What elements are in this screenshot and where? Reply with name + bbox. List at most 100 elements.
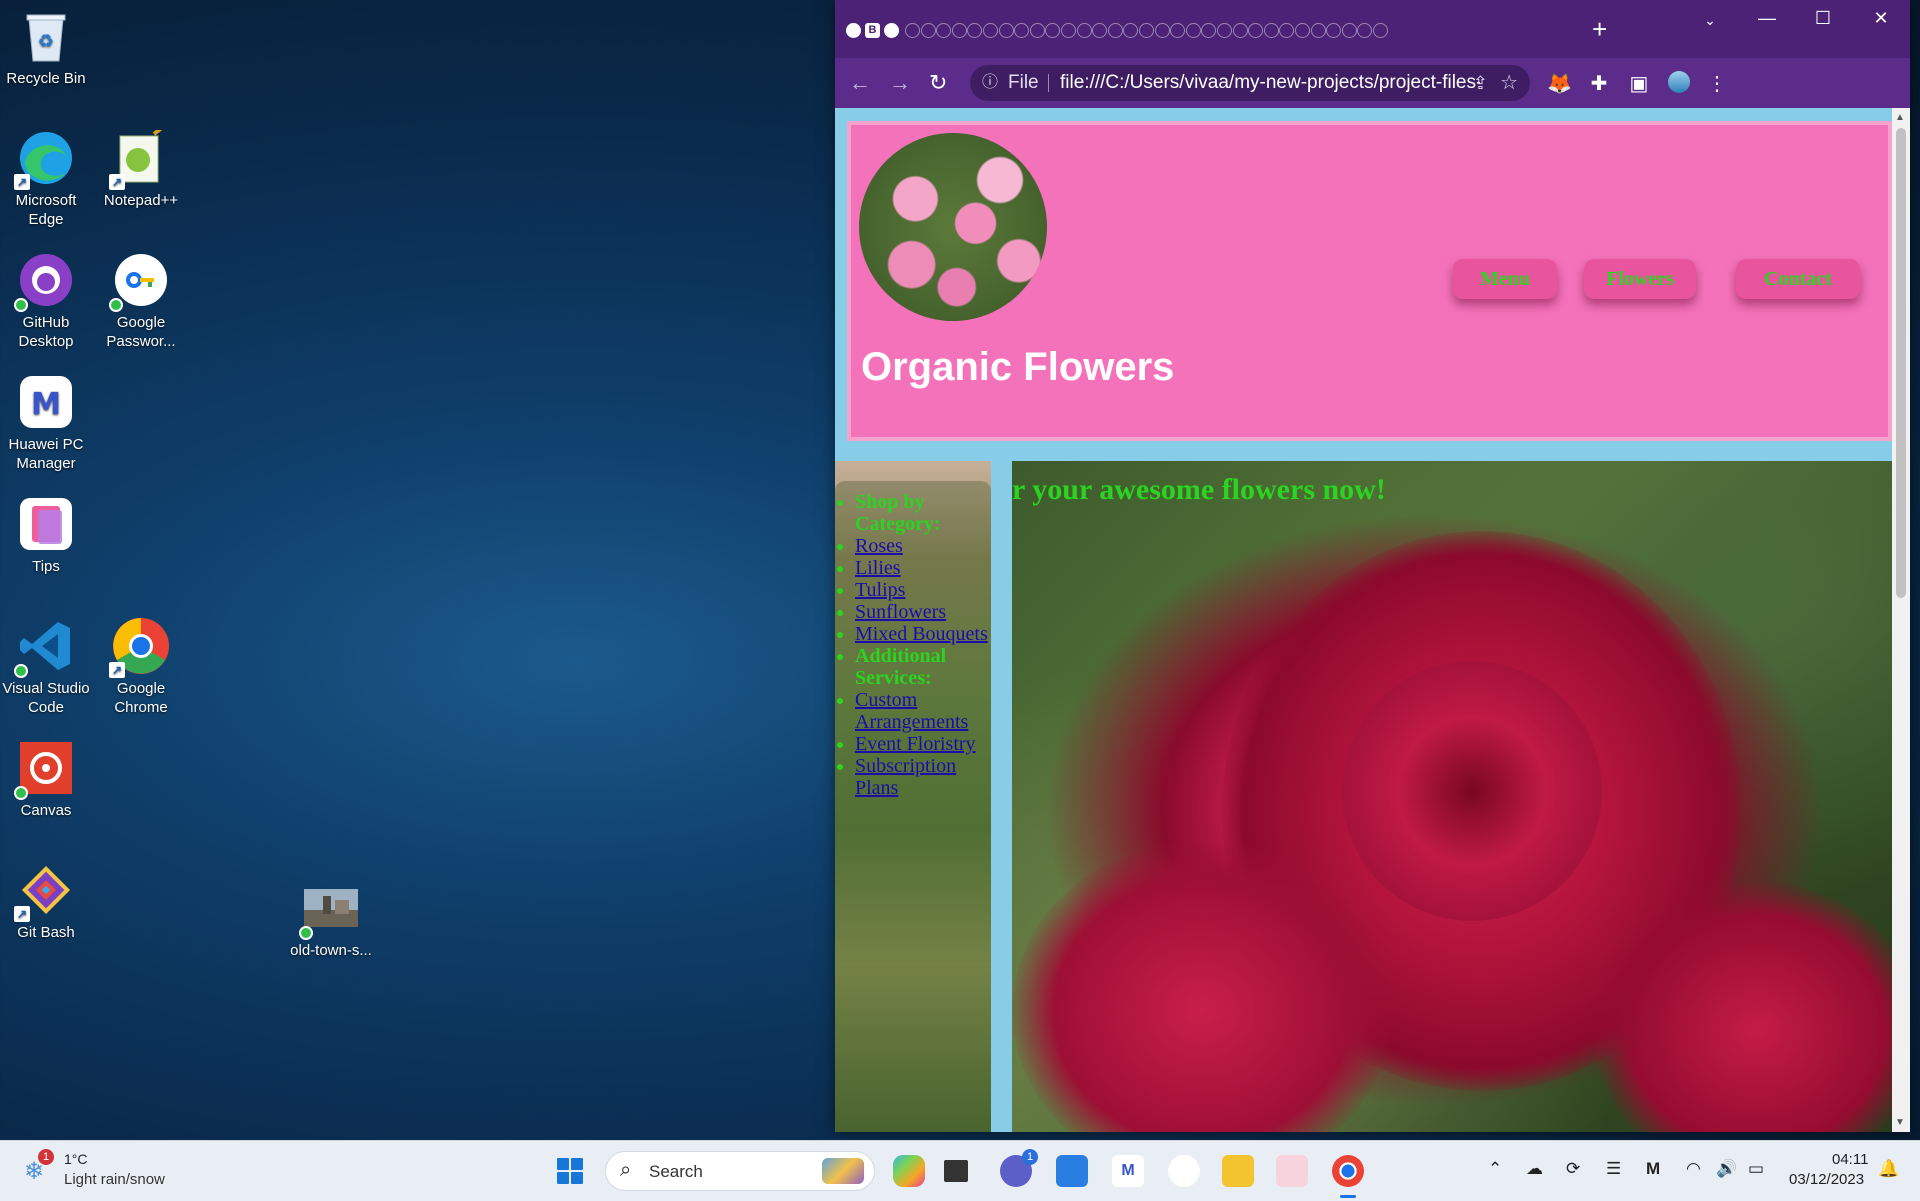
teams-chat-icon[interactable]: 1 [1000, 1149, 1038, 1187]
service-link-subscription-plans[interactable]: Subscription Plans [855, 755, 956, 799]
tab-favicon[interactable] [1279, 23, 1295, 38]
clock-date[interactable]: 03/12/2023 [1789, 1171, 1864, 1188]
tab-favicon[interactable] [936, 23, 952, 38]
extensions-puzzle-icon[interactable]: ✚ [1587, 71, 1611, 96]
category-link-mixed-bouquets[interactable]: Mixed Bouquets [855, 623, 988, 645]
file-explorer-icon[interactable] [1222, 1155, 1254, 1187]
tab-favicon[interactable] [1341, 23, 1357, 38]
tab-favicon[interactable] [1373, 23, 1388, 38]
huawei-pc-manager-taskbar-icon[interactable]: M [1112, 1155, 1144, 1187]
tab-favicon[interactable] [951, 23, 967, 38]
microsoft-store-icon[interactable] [1056, 1155, 1088, 1187]
settings-sliders-icon[interactable]: ☰ [1606, 1159, 1621, 1179]
nav-menu-link[interactable]: Menu [1453, 259, 1557, 299]
service-link-event-floristry[interactable]: Event Floristry [855, 733, 976, 755]
tab-favicon[interactable] [1014, 23, 1030, 38]
tab-favicon-chrome[interactable] [846, 23, 861, 38]
new-tab-button[interactable]: + [1592, 16, 1607, 42]
url-text[interactable]: file:///C:/Users/vivaa/my-new-projects/p… [1060, 65, 1480, 101]
desktop-icon-vscode[interactable]: Visual Studio Code [0, 616, 92, 718]
category-link-roses[interactable]: Roses [855, 535, 903, 557]
huawei-tray-icon[interactable]: M [1646, 1159, 1660, 1179]
forward-arrow-icon[interactable]: → [889, 70, 911, 96]
scroll-down-arrow-icon[interactable]: ▼ [1895, 1117, 1905, 1128]
notifications-bell-icon[interactable]: 🔔 [1878, 1159, 1899, 1179]
kebab-menu-icon[interactable]: ⋮ [1705, 71, 1729, 96]
tab-favicon[interactable] [905, 23, 920, 38]
tab-favicon[interactable] [1029, 23, 1045, 38]
taskbar-search[interactable]: ⌕ Search [605, 1151, 875, 1191]
tab-favicon[interactable] [1248, 23, 1264, 38]
scroll-thumb[interactable] [1896, 128, 1906, 598]
category-link-lilies[interactable]: Lilies [855, 557, 901, 579]
tab-favicon[interactable] [1061, 23, 1076, 38]
profile-avatar[interactable] [1667, 71, 1691, 99]
tab-favicon-chrome-2[interactable] [884, 23, 899, 38]
nav-flowers-link[interactable]: Flowers [1584, 259, 1696, 299]
wifi-icon[interactable]: ◠ [1686, 1159, 1701, 1179]
tab-favicon[interactable] [1263, 23, 1279, 38]
nav-contact-link[interactable]: Contact [1736, 259, 1860, 299]
reload-icon[interactable]: ↻ [929, 70, 947, 96]
desktop-icon-huawei-pc-manager[interactable]: M Huawei PC Manager [0, 372, 92, 474]
copilot-icon[interactable] [893, 1155, 925, 1187]
page-scrollbar[interactable]: ▲ ▼ [1892, 108, 1910, 1132]
desktop-icon-google-passwords[interactable]: Google Passwor... [95, 250, 187, 352]
desktop-icon-google-chrome[interactable]: ↗ Google Chrome [95, 616, 187, 718]
tab-favicon[interactable] [1045, 23, 1061, 38]
desktop-icon-recycle-bin[interactable]: ♻ Recycle Bin [0, 6, 92, 89]
tab-favicon[interactable] [1076, 23, 1092, 38]
tab-favicon[interactable] [920, 23, 936, 38]
tab-favicon-b[interactable]: B [865, 23, 880, 38]
tab-favicon[interactable] [1326, 23, 1342, 38]
tab-favicon[interactable] [967, 23, 983, 38]
windows-start-button[interactable] [557, 1158, 583, 1184]
category-link-sunflowers[interactable]: Sunflowers [855, 601, 946, 623]
desktop-icon-edge[interactable]: ↗ Microsoft Edge [0, 128, 92, 230]
bookmark-star-icon[interactable]: ☆ [1500, 65, 1518, 101]
desktop-icon-tips[interactable]: Tips [0, 494, 92, 577]
category-link-tulips[interactable]: Tulips [855, 579, 905, 601]
scroll-up-arrow-icon[interactable]: ▲ [1895, 112, 1905, 123]
tab-search-icon[interactable]: ⌄ [1690, 12, 1730, 29]
battery-icon[interactable]: ▭ [1748, 1159, 1764, 1179]
minimize-button[interactable]: — [1747, 8, 1787, 29]
tab-favicon[interactable] [998, 23, 1014, 38]
sync-icon[interactable]: ⟳ [1566, 1159, 1580, 1179]
desktop-icon-github-desktop[interactable]: GitHub Desktop [0, 250, 92, 352]
clock-time[interactable]: 04:11 [1832, 1151, 1868, 1168]
address-bar[interactable]: ⓘ File file:///C:/Users/vivaa/my-new-pro… [970, 65, 1530, 101]
volume-icon[interactable]: 🔊 [1716, 1159, 1737, 1179]
google-password-taskbar-icon[interactable] [1168, 1155, 1200, 1187]
service-link-custom-arrangements[interactable]: Custom Arrangements [855, 689, 968, 733]
tab-favicon[interactable] [1107, 23, 1123, 38]
tab-favicon[interactable] [1185, 23, 1201, 38]
tab-favicon[interactable] [1217, 23, 1232, 38]
task-view-icon[interactable] [944, 1160, 968, 1182]
close-button[interactable]: ✕ [1861, 8, 1901, 29]
back-arrow-icon[interactable]: ← [849, 70, 871, 96]
tab-favicon[interactable] [1357, 23, 1373, 38]
snipping-tool-icon[interactable] [1276, 1155, 1308, 1187]
tab-favicon[interactable] [1139, 23, 1154, 38]
metamask-extension-icon[interactable]: 🦊 [1547, 71, 1572, 96]
tab-favicon[interactable] [1310, 23, 1326, 38]
tab-favicon[interactable] [1295, 23, 1310, 38]
tab-favicon[interactable] [1154, 23, 1170, 38]
site-info-icon[interactable]: ⓘ [982, 65, 998, 101]
tab-favicon[interactable] [1201, 23, 1217, 38]
tab-favicon[interactable] [1232, 23, 1248, 38]
onedrive-cloud-icon[interactable]: ☁ [1526, 1159, 1543, 1179]
share-icon[interactable]: ⇪ [1473, 65, 1488, 101]
desktop-icon-notepadpp[interactable]: ↗ Notepad++ [95, 128, 187, 211]
tab-favicon[interactable] [1170, 23, 1186, 38]
tab-favicon[interactable] [1123, 23, 1139, 38]
desktop-icon-canvas[interactable]: Canvas [0, 738, 92, 821]
chrome-taskbar-icon[interactable] [1332, 1155, 1364, 1187]
show-hidden-icons-chevron-icon[interactable]: ⌃ [1488, 1159, 1502, 1179]
tab-favicon[interactable] [1092, 23, 1108, 38]
desktop-icon-git-bash[interactable]: ↗ Git Bash [0, 860, 92, 943]
desktop-icon-old-town-image[interactable]: old-town-s... [285, 878, 377, 961]
side-panel-icon[interactable]: ▣ [1627, 71, 1651, 96]
tab-favicon[interactable] [983, 23, 998, 38]
